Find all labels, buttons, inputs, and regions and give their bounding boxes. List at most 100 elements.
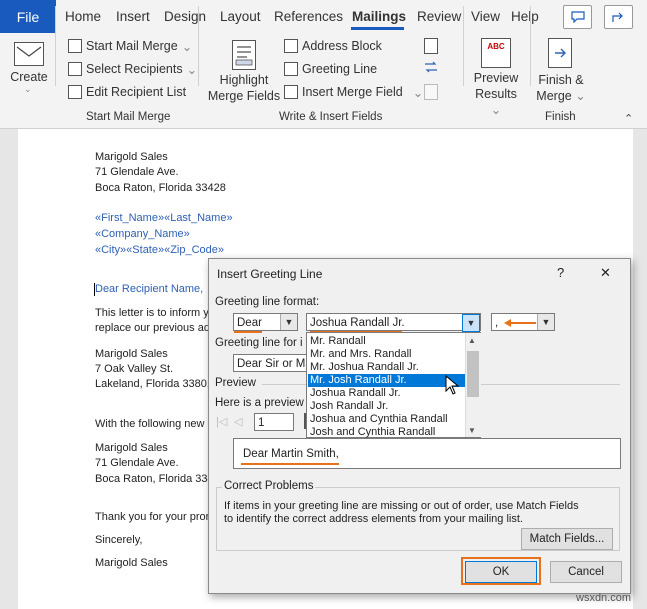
preview-description: Here is a preview f [215,397,311,409]
address-block-label: Address Block [302,39,382,53]
select-recipients-label: Select Recipients [86,62,183,76]
chevron-down-icon: ⌄ [186,62,198,77]
tab-layout[interactable]: Layout [220,0,261,33]
chevron-down-icon: ⌄ [181,39,193,54]
merge-field-name[interactable]: «First_Name»«Last_Name» [95,212,233,224]
list-item[interactable]: Mr. and Mrs. Randall [308,348,465,361]
list-item[interactable]: Josh and Cynthia Randall [308,426,465,439]
chevron-down-icon[interactable]: ▼ [462,314,480,332]
chevron-down-icon: ⌄ [575,89,586,103]
create-button[interactable]: Create [10,69,48,85]
cancel-button[interactable]: Cancel [550,561,622,583]
group-label-write-insert: Write & Insert Fields [279,111,383,123]
greeting-line-icon [284,62,298,76]
address-block-icon [284,39,298,53]
envelope-icon[interactable] [14,42,44,66]
tab-view[interactable]: View [471,0,500,33]
chevron-down-icon: ⌄ [490,103,502,117]
sender-line: Boca Raton, Florida 33428 [95,182,226,194]
insert-merge-field-button[interactable]: Insert Merge Field ⌄ [284,82,423,102]
preview-label-1: Preview [473,71,519,85]
salutation-value: Dear [237,317,262,329]
select-recipients-button[interactable]: Select Recipients ⌄ [68,59,197,79]
greeting-format-label: Greeting line format: [215,296,320,308]
list-item-selected[interactable]: Mr. Josh Randall Jr. [308,374,465,387]
greeting-line-label: Greeting Line [302,62,378,76]
dialog-title: Insert Greeting Line [217,267,323,281]
invalid-recipient-label: Greeting line for i [215,337,303,349]
scroll-up-icon[interactable]: ▲ [468,336,476,345]
highlight-merge-fields-icon[interactable] [232,40,256,70]
record-number-input[interactable]: 1 [254,413,294,431]
finish-label-2: Merge [536,89,572,103]
preview-results-icon[interactable]: ABC [481,38,511,68]
orange-arrow-icon [503,317,537,331]
address-line: 7 Oak Valley St. [95,363,174,375]
list-item[interactable]: Joshua Randall Jr. [308,387,465,400]
scroll-thumb[interactable] [467,351,479,397]
chevron-down-icon[interactable]: ▼ [280,314,297,330]
group-separator [55,6,56,86]
ok-button[interactable]: OK [465,561,537,583]
body-text: Thank you for your pror [95,511,210,523]
match-fields-button[interactable]: Match Fields... [521,528,613,550]
finish-merge-button[interactable]: Finish & Merge ⌄ [536,72,586,104]
merge-field-city-state-zip[interactable]: «City»«State»«Zip_Code» [95,244,224,256]
previous-record-icon: ◁ [234,416,243,428]
merge-field-company[interactable]: «Company_Name» [95,228,190,240]
tab-review[interactable]: Review [417,0,461,33]
invalid-greeting-dropdown[interactable]: Dear Sir or Ma [233,354,313,372]
tab-references[interactable]: References [274,0,343,33]
tab-home[interactable]: Home [65,0,101,33]
chevron-down-icon[interactable]: ▼ [537,314,554,330]
highlight-merge-fields-button[interactable]: Highlight Merge Fields [206,72,282,104]
first-record-icon: |◁ [216,416,228,428]
comments-icon[interactable] [563,5,592,29]
close-button[interactable]: ✕ [600,265,611,281]
scroll-down-icon[interactable]: ▼ [468,426,476,435]
orange-underline [241,463,339,465]
invalid-greeting-value: Dear Sir or Ma [237,358,312,370]
tab-file[interactable]: File [0,0,56,33]
punctuation-value: , [495,317,499,329]
name-format-dropdown[interactable]: Joshua Randall Jr. ▼ [306,313,481,332]
start-mail-merge-button[interactable]: Start Mail Merge ⌄ [68,36,192,56]
group-separator [463,6,464,86]
correct-problems-text: to identify the correct address elements… [224,513,523,525]
list-item[interactable]: Josh Randall Jr. [308,400,465,413]
sender-line: 71 Glendale Ave. [95,166,179,178]
preview-label-2: Results [475,87,517,101]
orange-underline [234,331,262,333]
address-line: Boca Raton, Florida 33428 [95,473,226,485]
preview-label: Preview [215,377,256,389]
edit-recipient-list-button[interactable]: Edit Recipient List [68,82,186,102]
list-item[interactable]: Joshua and Cynthia Randall [308,413,465,426]
address-block-button[interactable]: Address Block [284,36,382,56]
finish-merge-icon[interactable] [548,38,572,68]
chevron-down-icon: ⌄ [24,84,32,94]
tab-insert[interactable]: Insert [116,0,150,33]
salutation-dropdown[interactable]: Dear ▼ [233,313,298,331]
preview-results-button[interactable]: Preview Results ⌄ [469,70,523,118]
tab-design[interactable]: Design [164,0,206,33]
group-label-finish: Finish [545,111,576,123]
sender-line: Marigold Sales [95,151,168,163]
list-edit-icon [68,85,82,99]
rules-icon[interactable] [424,38,438,54]
list-item[interactable]: Mr. Joshua Randall Jr. [308,361,465,374]
collapse-ribbon-icon[interactable]: ⌃ [624,112,633,125]
greeting-placeholder[interactable]: Dear Recipient Name, [95,283,203,295]
group-separator [530,6,531,86]
greeting-line-button[interactable]: Greeting Line [284,59,377,79]
people-icon [68,62,82,76]
list-item[interactable]: Mr. Randall [308,335,465,348]
tab-help[interactable]: Help [511,0,539,33]
address-line: 71 Glendale Ave. [95,457,179,469]
help-button[interactable]: ? [557,265,564,280]
group-separator [198,6,199,86]
correct-problems-label: Correct Problems [222,480,316,492]
match-fields-icon[interactable] [424,61,438,73]
share-icon[interactable] [604,5,633,29]
greeting-preview-text: Dear Martin Smith, [243,448,339,460]
closing-text: Sincerely, [95,534,143,546]
